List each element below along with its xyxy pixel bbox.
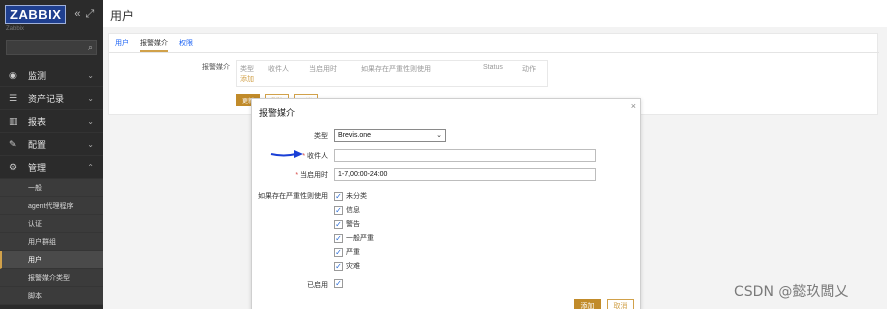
severity-label-text: 未分类 [346, 193, 367, 200]
chevron-down-icon: ⌄ [436, 132, 442, 139]
sendto-row: * 收件人 [252, 149, 642, 163]
severity-label-text: 灾难 [346, 263, 360, 270]
submenu-item-general[interactable]: 一般 [0, 179, 103, 197]
severity-item[interactable]: ✓ 未分类 [334, 189, 374, 203]
severity-item[interactable]: ✓ 灾难 [334, 259, 374, 273]
checkbox-checked[interactable]: ✓ [334, 205, 343, 215]
column-header-severity: 如果存在严重性则使用 [361, 66, 431, 73]
chart-icon: ▥ [9, 115, 18, 126]
menu-item-label: 管理 [28, 162, 47, 173]
menu-item-administration[interactable]: ⚙ 管理 ⌃ [0, 156, 103, 179]
chevron-down-icon: ⌄ [87, 139, 94, 149]
type-select-value: Brevis.one [338, 132, 372, 139]
column-header-action: 动作 [522, 66, 536, 73]
list-icon: ☰ [9, 92, 18, 103]
dialog-cancel-button[interactable]: 取消 [607, 299, 634, 309]
severity-label-text: 信息 [346, 207, 360, 214]
chevron-down-icon: ⌄ [87, 93, 94, 103]
column-header-sendto: 收件人 [268, 66, 289, 73]
enabled-checkbox[interactable]: ✓ [334, 279, 343, 288]
eye-icon: ◉ [9, 69, 17, 80]
wrench-icon: ✎ [9, 138, 17, 149]
dialog-buttons: 添加 取消 [574, 299, 634, 309]
collapse-icon[interactable]: « [74, 8, 80, 20]
type-row: 类型 Brevis.one ⌄ [252, 129, 642, 143]
sendto-label: * 收件人 [302, 153, 328, 160]
enabled-row: 已启用 ✓ [252, 278, 642, 292]
severity-label: 如果存在严重性则使用 [258, 193, 328, 200]
chevron-down-icon: ⌄ [87, 70, 94, 80]
logo-row: ZABBIX « ⤢ [5, 4, 95, 24]
main-menu: ◉ 监测 ⌄ ☰ 资产记录 ⌄ ▥ 报表 ⌄ ✎ 配置 ⌄ ⚙ 管理 ⌃ 一般 … [0, 64, 103, 305]
severity-item[interactable]: ✓ 警告 [334, 217, 374, 231]
menu-item-reports[interactable]: ▥ 报表 ⌄ [0, 110, 103, 133]
severity-item[interactable]: ✓ 信息 [334, 203, 374, 217]
severity-label-text: 警告 [346, 221, 360, 228]
submenu-item-proxies[interactable]: agent代理程序 [0, 197, 103, 215]
severity-item[interactable]: ✓ 严重 [334, 245, 374, 259]
dialog-title: 报警媒介 [259, 108, 296, 118]
search-icon[interactable]: ⌕ [88, 42, 93, 53]
tab-divider [109, 52, 879, 53]
menu-item-label: 报表 [28, 116, 47, 127]
gear-icon: ⚙ [9, 161, 18, 172]
column-header-period: 当启用时 [309, 66, 337, 73]
watermark: CSDN @懿玖闆乂 [734, 284, 849, 300]
menu-item-label: 配置 [28, 139, 47, 150]
checkbox-checked[interactable]: ✓ [334, 233, 343, 243]
severity-label-text: 一般严重 [346, 235, 374, 242]
period-label: * 当启用时 [295, 172, 328, 179]
column-header-status: Status [483, 64, 503, 71]
tab-bar: 用户 报警媒介 权限 [115, 38, 204, 52]
menu-item-monitoring[interactable]: ◉ 监测 ⌄ [0, 64, 103, 87]
severity-item[interactable]: ✓ 一般严重 [334, 231, 374, 245]
chevron-up-icon: ⌃ [87, 162, 94, 172]
admin-submenu: 一般 agent代理程序 认证 用户群组 用户 报警媒介类型 脚本 [0, 179, 103, 305]
submenu-item-user-groups[interactable]: 用户群组 [0, 233, 103, 251]
severity-checkbox-list: ✓ 未分类 ✓ 信息 ✓ 警告 ✓ 一般严重 ✓ 严重 ✓ 灾难 [334, 189, 374, 273]
type-select[interactable]: Brevis.one ⌄ [334, 129, 446, 142]
media-dialog: 报警媒介 × 类型 Brevis.one ⌄ * 收件人 * 当启用时 1-7,… [251, 98, 641, 309]
column-header-type: 类型 [240, 66, 254, 73]
menu-item-label: 监测 [28, 70, 47, 81]
search-input[interactable]: ⌕ [6, 40, 97, 55]
submenu-item-authentication[interactable]: 认证 [0, 215, 103, 233]
close-icon[interactable]: × [631, 101, 636, 111]
severity-row: 如果存在严重性则使用 [252, 189, 642, 203]
severity-label-text: 严重 [346, 249, 360, 256]
menu-item-inventory[interactable]: ☰ 资产记录 ⌄ [0, 87, 103, 110]
tab-permissions[interactable]: 权限 [179, 38, 193, 52]
checkbox-checked[interactable]: ✓ [334, 261, 343, 271]
add-button[interactable]: 添加 [574, 299, 601, 309]
server-name: Zabbix [6, 26, 25, 32]
menu-item-configuration[interactable]: ✎ 配置 ⌄ [0, 133, 103, 156]
page-title: 用户 [110, 9, 135, 23]
chevron-down-icon: ⌄ [87, 116, 94, 126]
zabbix-logo[interactable]: ZABBIX [5, 4, 67, 24]
tab-user[interactable]: 用户 [115, 38, 129, 52]
type-label: 类型 [314, 133, 328, 140]
checkbox-checked[interactable]: ✓ [334, 247, 343, 257]
period-input[interactable]: 1-7,00:00-24:00 [334, 168, 596, 181]
submenu-item-users[interactable]: 用户 [0, 251, 103, 269]
media-label: 报警媒介 [202, 64, 230, 71]
submenu-item-scripts[interactable]: 脚本 [0, 287, 103, 305]
menu-item-label: 资产记录 [28, 93, 65, 104]
submenu-item-media-types[interactable]: 报警媒介类型 [0, 269, 103, 287]
media-table: 类型 收件人 当启用时 如果存在严重性则使用 Status 动作 添加 [236, 60, 548, 87]
add-media-link[interactable]: 添加 [240, 74, 254, 84]
sidebar: ZABBIX « ⤢ Zabbix ⌕ ◉ 监测 ⌄ ☰ 资产记录 ⌄ ▥ 报表… [0, 0, 103, 309]
checkbox-checked[interactable]: ✓ [334, 219, 343, 229]
sendto-input[interactable] [334, 149, 596, 162]
period-row: * 当启用时 1-7,00:00-24:00 [252, 168, 642, 182]
kiosk-icon[interactable]: ⤢ [86, 8, 95, 21]
checkbox-checked[interactable]: ✓ [334, 191, 343, 201]
enabled-label: 已启用 [307, 282, 328, 289]
tab-media[interactable]: 报警媒介 [140, 38, 168, 52]
annotation-arrow-icon [270, 150, 303, 158]
